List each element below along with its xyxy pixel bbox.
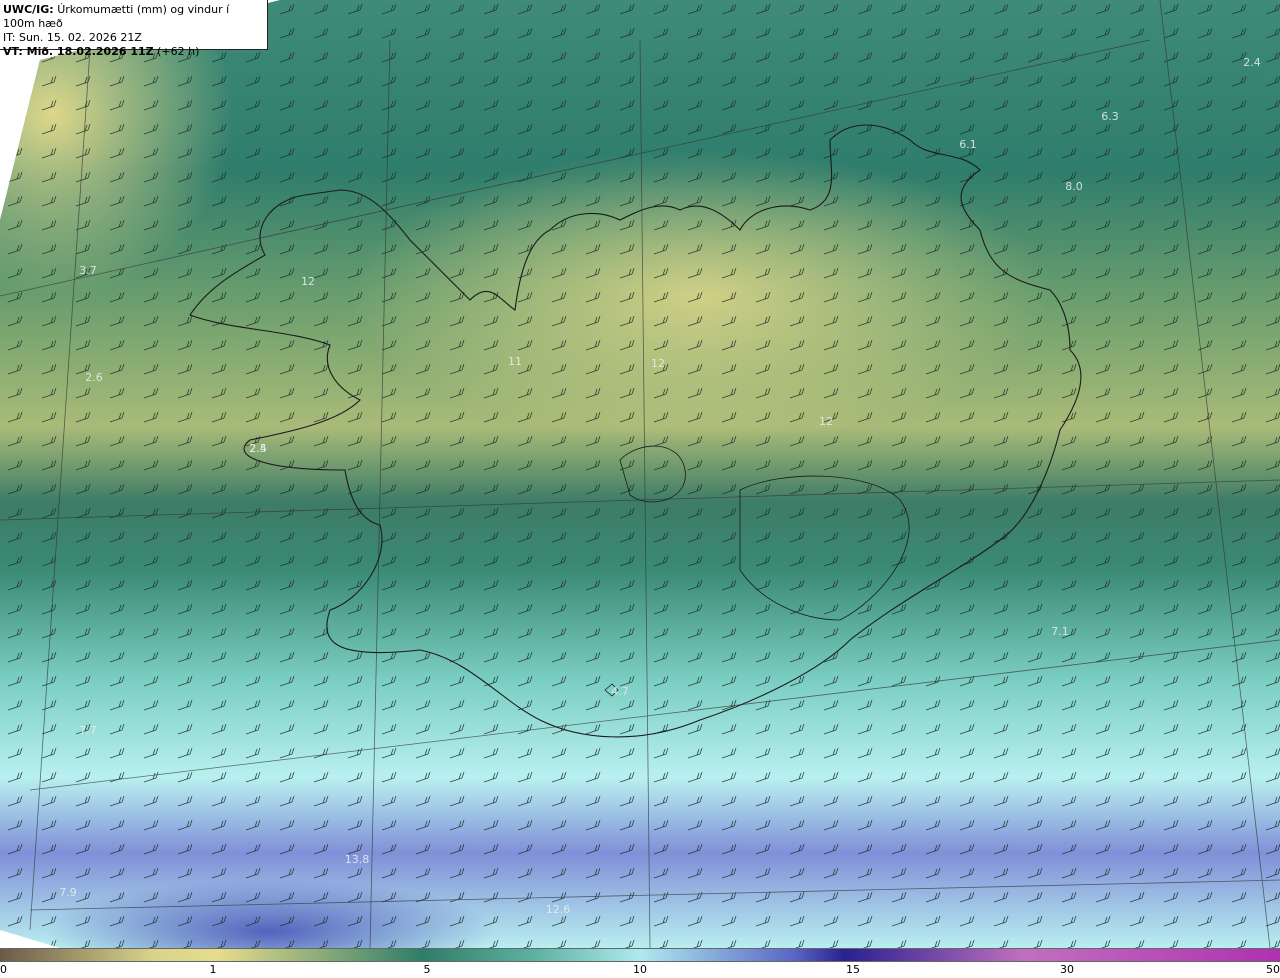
map-value-label: 11 [508,355,522,368]
valid-time-line: VT: Mið. 18.02.2026 11Z (+62 h) [3,45,264,59]
map-value-label: 7.9 [59,886,77,899]
valid-offset: (+62 h) [157,45,200,58]
map-value-label: 6.1 [959,138,977,151]
map-value-label: 12 [651,357,665,370]
colorbar-tick-label: 0 [0,963,7,976]
map-value-label: 12 [301,275,315,288]
map-value-label: 4.7 [611,685,629,698]
map-canvas: 3.7 2.6 2.4 7.7 13.8 12.6 7.9 4.7 7.1 6.3 8.0 6.1 2.… [0,0,1280,948]
map-value-label: 3.7 [79,264,97,277]
map-value-label: 12.6 [546,903,571,916]
map-value-label: 2.6 [85,371,103,384]
model-domain-barbs [0,0,1280,948]
map-value-label: 2.4 [1243,56,1261,69]
map-value-label: 12 [819,415,833,428]
colorbar-tick-label: 10 [633,963,647,976]
colorbar-gradient [0,948,1280,962]
map-value-label: 7.1 [1051,625,1069,638]
map-value-label: 6.3 [1101,110,1119,123]
colorbar-tick-label: 15 [846,963,860,976]
map-value-label: 13.8 [345,853,370,866]
info-box: UWC/IG: Úrkomumætti (mm) og vindur í 100… [0,0,268,58]
colorbar: 0 1 5 10 15 30 50 [0,948,1280,978]
colorbar-tick-label: 50 [1266,963,1280,976]
map-value-label: 8.0 [1065,180,1083,193]
valid-time: VT: Mið. 18.02.2026 11Z [3,45,154,58]
model-label: UWC/IG: [3,3,54,16]
colorbar-tick-label: 1 [209,963,217,976]
map-value-label: 7.7 [79,724,97,737]
info-title-line: UWC/IG: Úrkomumætti (mm) og vindur í 100… [3,3,264,31]
colorbar-tick-label: 30 [1060,963,1074,976]
colorbar-tick-label: 5 [423,963,431,976]
map-value-label: 2.5 [249,442,267,455]
issue-time: IT: Sun. 15. 02. 2026 21Z [3,31,142,44]
